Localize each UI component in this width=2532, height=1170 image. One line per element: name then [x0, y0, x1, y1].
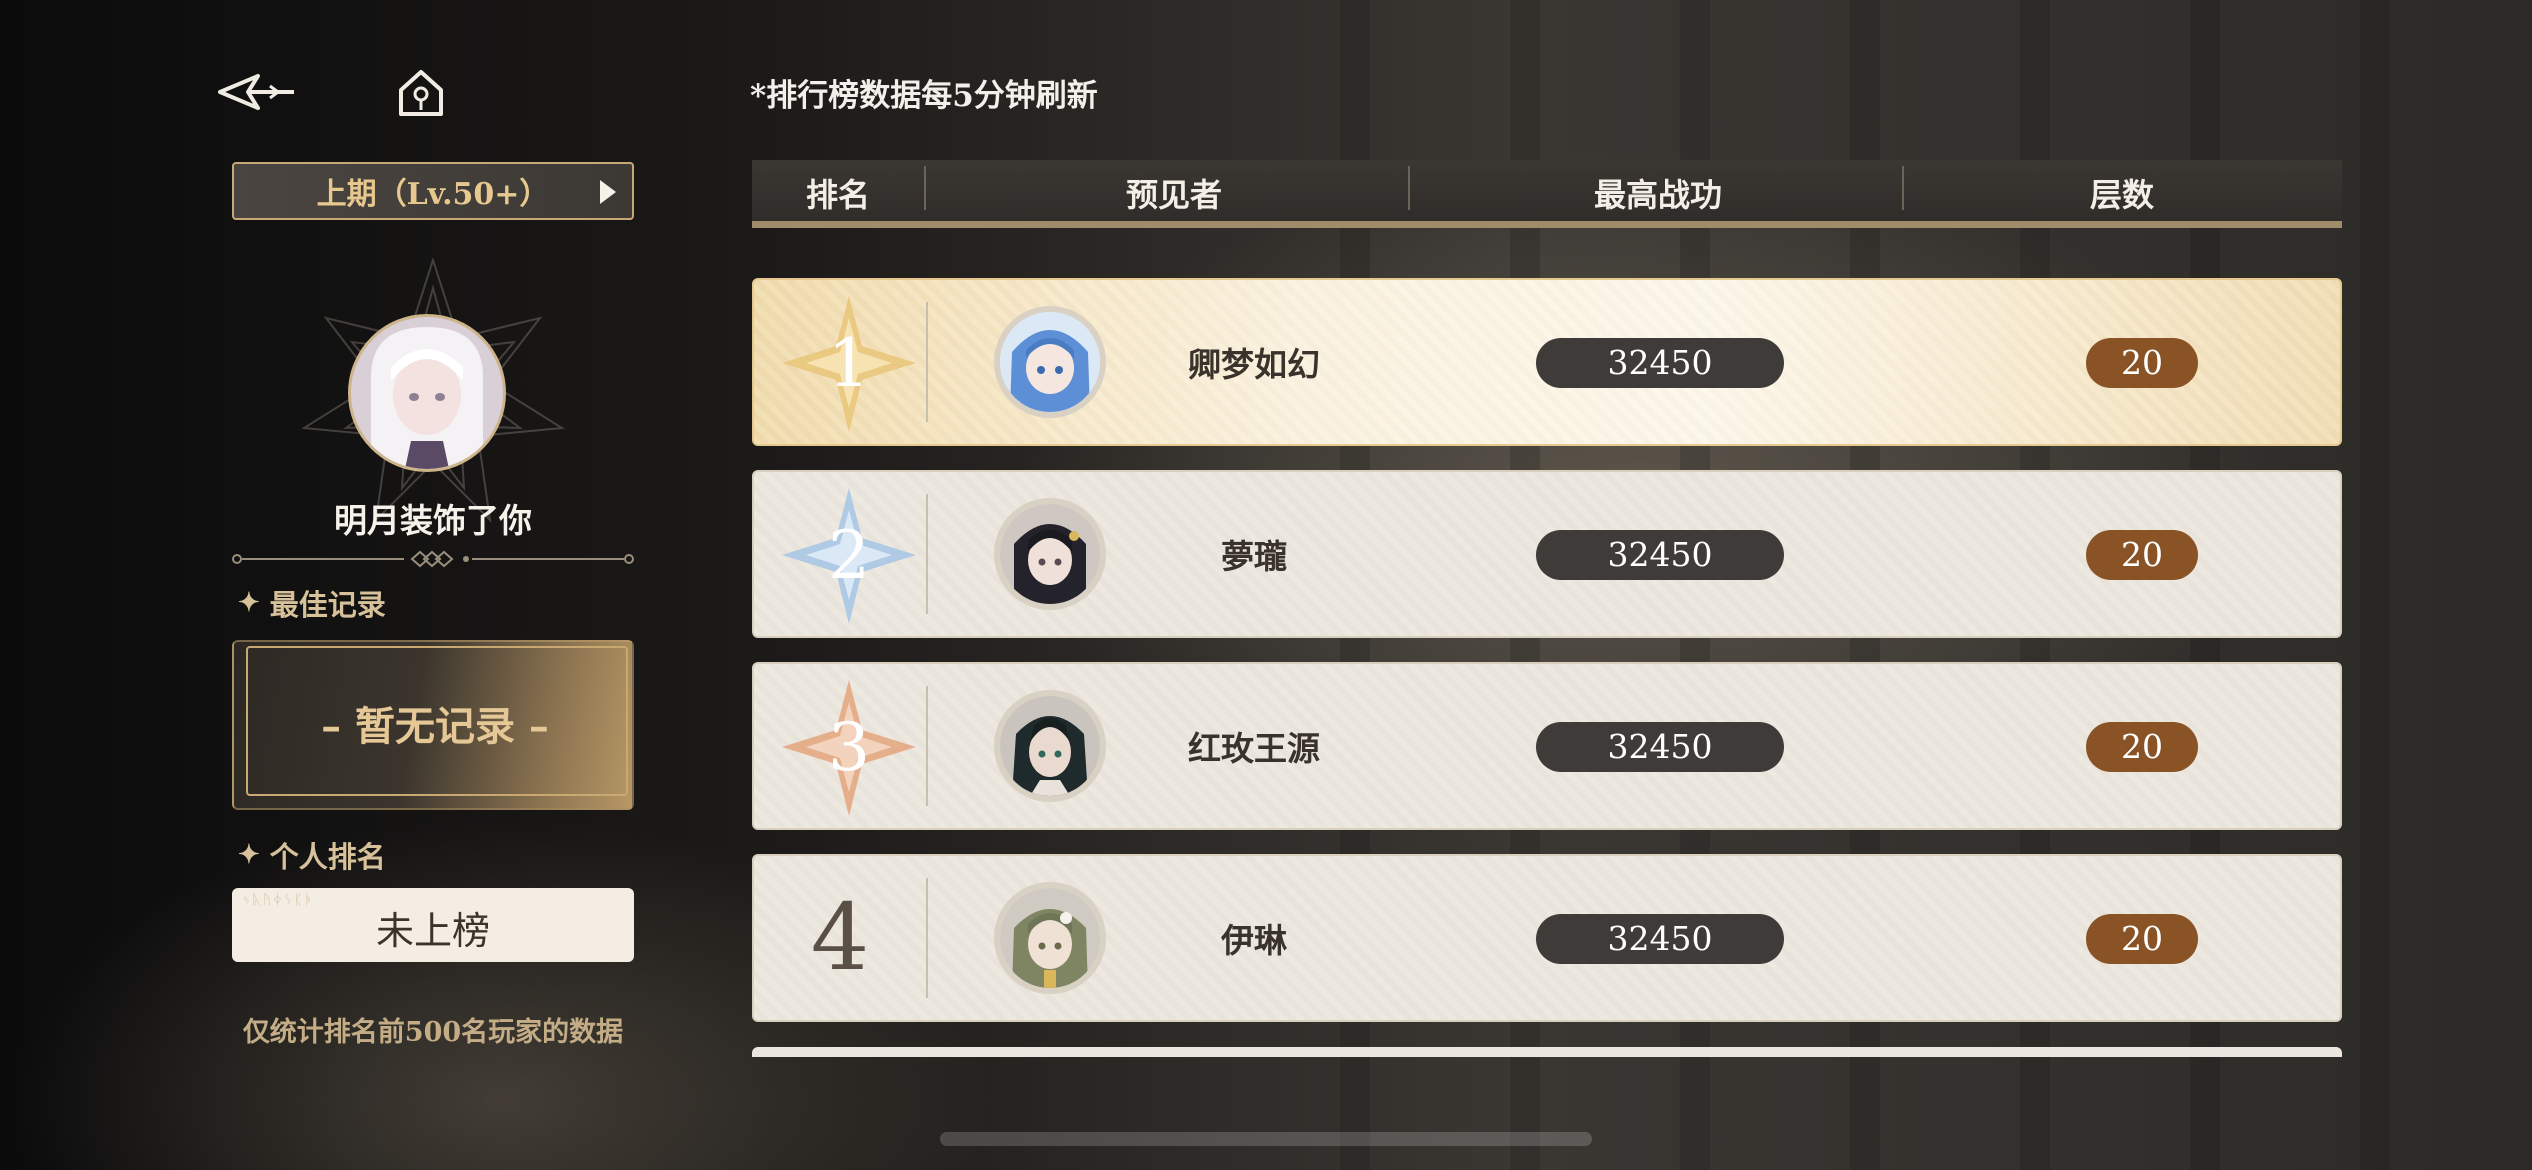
- header-underline: [752, 221, 2342, 228]
- home-indicator[interactable]: [940, 1132, 1592, 1146]
- player-name: 红玫王源: [1188, 729, 1320, 768]
- player-avatar[interactable]: [994, 690, 1106, 802]
- player-name: 夢瓏: [1221, 537, 1287, 576]
- player-name: 明月装饰了你: [334, 501, 532, 540]
- row-separator: [926, 878, 928, 998]
- personal-rank-title: ✦ 个人排名: [238, 834, 386, 876]
- rank-3-medal-icon: 3: [782, 680, 916, 816]
- rank-2-number: 2: [828, 517, 870, 594]
- back-arrow-icon[interactable]: [218, 70, 296, 114]
- floor-badge: 20: [2086, 338, 2198, 388]
- sparkle-icon: ✦: [238, 588, 260, 618]
- personal-rank-value: 未上榜: [375, 909, 490, 953]
- best-record-label: 最佳记录: [269, 588, 386, 622]
- header-player: 预见者: [1125, 176, 1222, 214]
- home-icon[interactable]: [396, 68, 446, 118]
- leaderboard-row[interactable]: 2 夢瓏 32450 20: [752, 470, 2342, 638]
- rank-number: 4: [810, 884, 870, 991]
- play-arrow-icon: [600, 180, 616, 204]
- ornament-divider: [232, 550, 634, 568]
- floor-badge: 20: [2086, 914, 2198, 964]
- player-avatar-frame: [300, 258, 566, 524]
- row-separator: [926, 302, 928, 422]
- rank-1-medal-icon: 1: [782, 296, 916, 432]
- power-badge: 32450: [1536, 338, 1784, 388]
- header-floor: 层数: [2089, 176, 2154, 214]
- rank-3-number: 3: [828, 709, 870, 786]
- row-separator: [926, 686, 928, 806]
- power-badge: 32450: [1536, 722, 1784, 772]
- best-record-title: ✦ 最佳记录: [238, 582, 386, 624]
- leaderboard-header: 排名 预见者 最高战功 层数: [752, 160, 2342, 228]
- player-avatar[interactable]: [348, 314, 506, 472]
- header-rank: 排名: [805, 176, 870, 214]
- player-avatar[interactable]: [994, 882, 1106, 994]
- row-separator: [926, 494, 928, 614]
- power-badge: 32450: [1536, 530, 1784, 580]
- best-record-value: – 暂无记录 –: [321, 703, 549, 750]
- header-power: 最高战功: [1593, 176, 1722, 214]
- personal-rank-label: 个人排名: [269, 840, 386, 874]
- player-avatar[interactable]: [994, 498, 1106, 610]
- player-avatar[interactable]: [994, 306, 1106, 418]
- floor-badge: 20: [2086, 530, 2198, 580]
- player-name: 卿梦如幻: [1188, 345, 1320, 384]
- leaderboard-row[interactable]: 4 伊琳 32450 20: [752, 854, 2342, 1022]
- floor-badge: 20: [2086, 722, 2198, 772]
- rank-2-medal-icon: 2: [782, 488, 916, 624]
- refresh-note: *排行榜数据每5分钟刷新: [750, 78, 1098, 114]
- best-record-box: – 暂无记录 –: [232, 640, 634, 810]
- rank-1-number: 1: [828, 325, 870, 402]
- footnote: 仅统计排名前500名玩家的数据: [242, 1017, 624, 1048]
- personal-rank-box: ᛃᚣᚤᛄᛊᛕᚧ 未上榜: [232, 888, 634, 962]
- leaderboard-row[interactable]: 3 红玫王源 32450 20: [752, 662, 2342, 830]
- period-selector-button[interactable]: 上期（Lv.50+）: [232, 162, 634, 220]
- leaderboard-row[interactable]: 1 卿梦如幻 32450 20: [752, 278, 2342, 446]
- period-label: 上期（Lv.50+）: [316, 177, 550, 212]
- next-row-peek: [752, 1047, 2342, 1057]
- sparkle-icon: ✦: [238, 840, 260, 870]
- power-badge: 32450: [1536, 914, 1784, 964]
- player-name: 伊琳: [1221, 921, 1287, 960]
